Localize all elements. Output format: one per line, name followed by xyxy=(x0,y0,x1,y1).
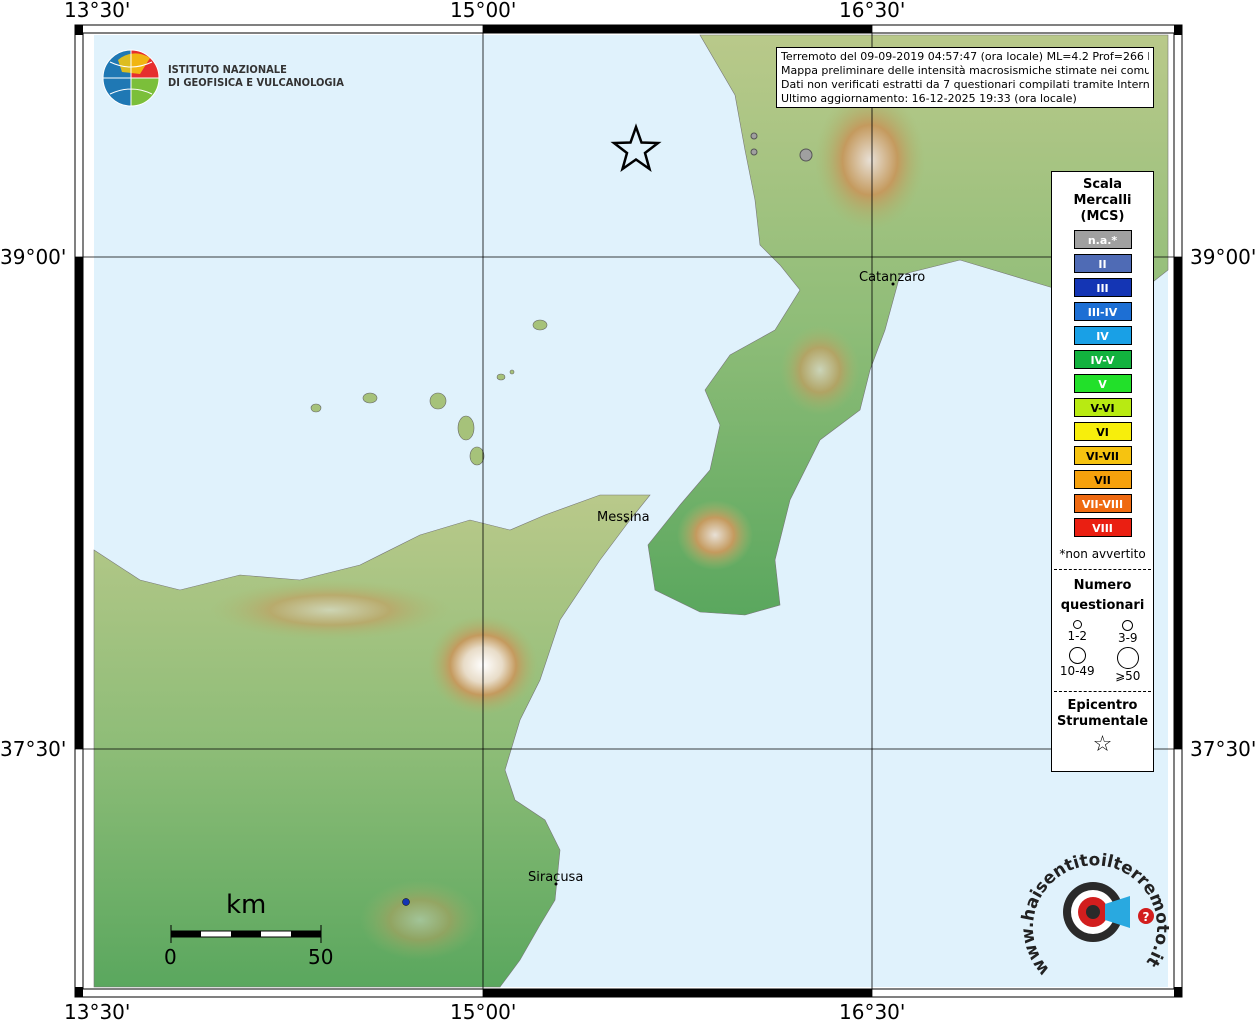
institute-name: ISTITUTO NAZIONALE DI GEOFISICA E VULCAN… xyxy=(168,63,344,89)
legend-swatch: VI-VII xyxy=(1073,446,1132,465)
coord-top-2: 15°00' xyxy=(450,0,517,22)
ingv-logo-icon xyxy=(102,49,160,107)
aspromonte xyxy=(677,500,753,570)
legend-swatch: n.a.* xyxy=(1073,230,1132,249)
coord-left-1: 39°00' xyxy=(0,245,67,269)
coord-bottom-2: 15°00' xyxy=(450,1000,517,1024)
coord-top-3: 16°30' xyxy=(839,0,906,22)
legend-numero: Numero xyxy=(1073,578,1132,593)
institute-line2: DI GEOFISICA E VULCANOLOGIA xyxy=(168,76,344,89)
legend-title-3: (MCS) xyxy=(1080,209,1125,224)
legend-level: VIII xyxy=(1052,518,1153,542)
serre xyxy=(780,325,860,415)
legend-level: III xyxy=(1052,278,1153,302)
size-label-4: ⩾50 xyxy=(1115,669,1141,683)
legend-level: V xyxy=(1052,374,1153,398)
city-label-catanzaro: Catanzaro xyxy=(859,270,926,285)
epicenter-star-icon: ☆ xyxy=(1092,732,1113,757)
size-label-1: 1-2 xyxy=(1067,629,1088,643)
legend-level: VII xyxy=(1052,470,1153,494)
info-line4: Ultimo aggiornamento: 16-12-2025 19:33 (… xyxy=(781,92,1077,105)
size-label-3: 10-49 xyxy=(1059,664,1095,678)
legend-swatch: III xyxy=(1073,278,1132,297)
size-circle-4 xyxy=(1116,647,1139,669)
legend-swatch: VII-VIII xyxy=(1073,494,1132,513)
legend-level: VI xyxy=(1052,422,1153,446)
iblei xyxy=(360,880,480,960)
legend-swatch: VI xyxy=(1073,422,1132,441)
size-label-2: 3-9 xyxy=(1117,631,1138,645)
nebrodi xyxy=(210,580,450,640)
size-circle-2 xyxy=(1122,620,1134,631)
legend-level: II xyxy=(1052,254,1153,278)
legend-level: V-VI xyxy=(1052,398,1153,422)
legend-swatch: III-IV xyxy=(1073,302,1132,321)
sila-mountains xyxy=(815,90,925,230)
legend-questionari: questionari xyxy=(1060,598,1145,613)
legend-swatch: VII xyxy=(1073,470,1132,489)
point-iii xyxy=(402,898,410,906)
legend-swatch: IV xyxy=(1073,326,1132,345)
info-line3: Dati non verificati estratti da 7 questi… xyxy=(781,78,1149,91)
scale-min: 0 xyxy=(164,945,177,969)
legend-level: III-IV xyxy=(1052,302,1153,326)
coord-right-2: 37°30' xyxy=(1190,737,1255,761)
size-legend: 1-2 3-9 10-49 ⩾50 xyxy=(1052,620,1153,683)
coord-bottom-3: 16°30' xyxy=(839,1000,906,1024)
legend-swatch: V xyxy=(1073,374,1132,393)
legend-title-1: Scala xyxy=(1082,177,1123,192)
legend-swatch: IV-V xyxy=(1073,350,1132,369)
legend-level: n.a.* xyxy=(1052,230,1153,254)
coord-left-2: 37°30' xyxy=(0,737,67,761)
legend-divider xyxy=(1054,691,1151,692)
mcs-legend: Scala Mercalli (MCS) n.a.* II III III-IV IV I… xyxy=(1051,171,1154,772)
city-label-siracusa: Siracusa xyxy=(528,870,584,885)
info-line2: Mappa preliminare delle intensità macros… xyxy=(781,64,1149,77)
point-na xyxy=(750,132,758,140)
institute-line1: ISTITUTO NAZIONALE xyxy=(168,63,287,76)
legend-level: IV-V xyxy=(1052,350,1153,374)
size-circle-3 xyxy=(1068,647,1086,664)
info-line1: Terremoto del 09-09-2019 04:57:47 (ora l… xyxy=(781,50,1149,63)
coord-top-1: 13°30' xyxy=(64,0,131,22)
coord-bottom-1: 13°30' xyxy=(64,1000,131,1024)
legend-epicentro: Epicentro xyxy=(1067,698,1138,713)
legend-swatch: V-VI xyxy=(1073,398,1132,417)
point-na xyxy=(750,148,758,156)
scale-unit: km xyxy=(226,890,267,920)
city-label-messina: Messina xyxy=(597,510,650,525)
coord-right-1: 39°00' xyxy=(1190,245,1255,269)
size-circle-1 xyxy=(1072,620,1082,629)
legend-title-2: Mercalli xyxy=(1073,193,1132,208)
legend-level: VI-VII xyxy=(1052,446,1153,470)
legend-swatch: VIII xyxy=(1073,518,1132,537)
legend-divider xyxy=(1054,569,1151,570)
legend-strumentale: Strumentale xyxy=(1056,714,1149,729)
point-na xyxy=(799,148,813,162)
earthquake-info-box: Terremoto del 09-09-2019 04:57:47 (ora l… xyxy=(776,47,1154,108)
legend-level: VII-VIII xyxy=(1052,494,1153,518)
legend-swatch: II xyxy=(1073,254,1132,273)
legend-note: *non avvertito xyxy=(1059,547,1146,561)
scale-max: 50 xyxy=(308,945,334,969)
legend-level: IV xyxy=(1052,326,1153,350)
svg-text:?: ? xyxy=(1143,910,1150,924)
